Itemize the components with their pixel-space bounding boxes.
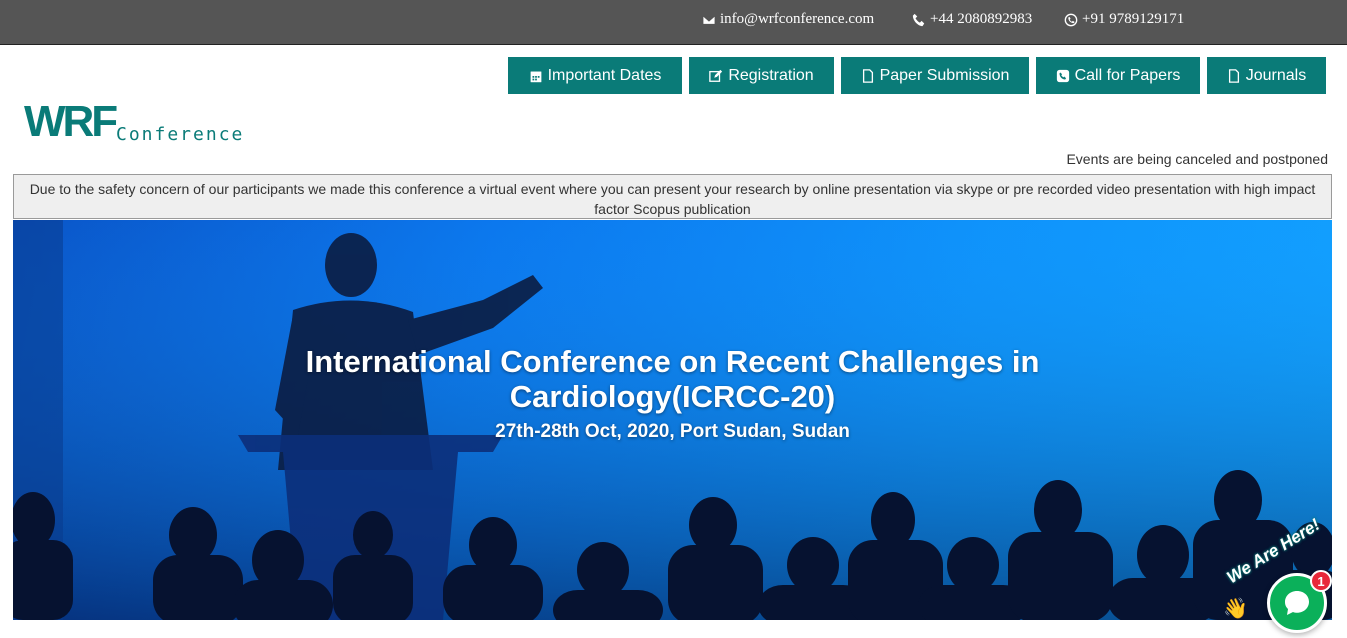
chat-bubble-icon — [1285, 591, 1309, 615]
important-dates-label: Important Dates — [547, 66, 662, 84]
hero-background-image — [13, 220, 1332, 620]
journals-button[interactable]: Journals — [1207, 57, 1326, 94]
email-text[interactable]: info@wrfconference.com — [720, 11, 874, 28]
conference-title: International Conference on Recent Chall… — [305, 344, 1040, 414]
call-for-papers-label: Call for Papers — [1074, 66, 1181, 84]
top-contact-bar: info@wrfconference.com +44 2080892983 +9… — [0, 0, 1347, 45]
phone-icon — [912, 13, 925, 26]
important-dates-button[interactable]: Important Dates — [508, 57, 682, 94]
logo-word: Conference — [116, 124, 244, 145]
edit-icon — [709, 69, 723, 82]
phone-contact[interactable]: +44 2080892983 — [912, 11, 1032, 28]
envelope-icon — [702, 14, 716, 25]
paper-submission-label: Paper Submission — [879, 66, 1010, 84]
whatsapp-icon — [1064, 13, 1078, 26]
conference-date-location: 27th-28th Oct, 2020, Port Sudan, Sudan — [495, 421, 850, 442]
hero-banner: International Conference on Recent Chall… — [13, 220, 1332, 620]
calendar-icon — [530, 71, 541, 82]
paper-submission-button[interactable]: Paper Submission — [841, 57, 1029, 94]
cancel-note: Events are being canceled and postponed — [1066, 151, 1328, 167]
call-for-papers-button[interactable]: Call for Papers — [1036, 57, 1200, 94]
file-icon — [862, 68, 873, 83]
whatsapp-text[interactable]: +91 9789129171 — [1082, 11, 1184, 28]
waving-hand-icon: 👋 — [1223, 598, 1248, 620]
wrf-conference-logo[interactable]: WRF Conference — [24, 97, 264, 148]
phone-text[interactable]: +44 2080892983 — [930, 11, 1032, 28]
registration-button[interactable]: Registration — [689, 57, 834, 94]
unread-badge: 1 — [1310, 570, 1332, 592]
chat-widget[interactable]: We Are Here! 👋 1 — [1220, 515, 1347, 638]
logo-graphic: WRF Conference — [24, 97, 244, 146]
phone-square-icon — [1056, 69, 1069, 82]
journals-label: Journals — [1245, 66, 1307, 84]
whatsapp-contact[interactable]: +91 9789129171 — [1064, 11, 1184, 28]
file-icon — [1228, 68, 1239, 83]
virtual-event-notice: Due to the safety concern of our partici… — [13, 174, 1332, 219]
email-contact[interactable]: info@wrfconference.com — [702, 11, 874, 28]
logo-mark: WRF — [24, 98, 117, 146]
registration-label: Registration — [728, 66, 814, 84]
